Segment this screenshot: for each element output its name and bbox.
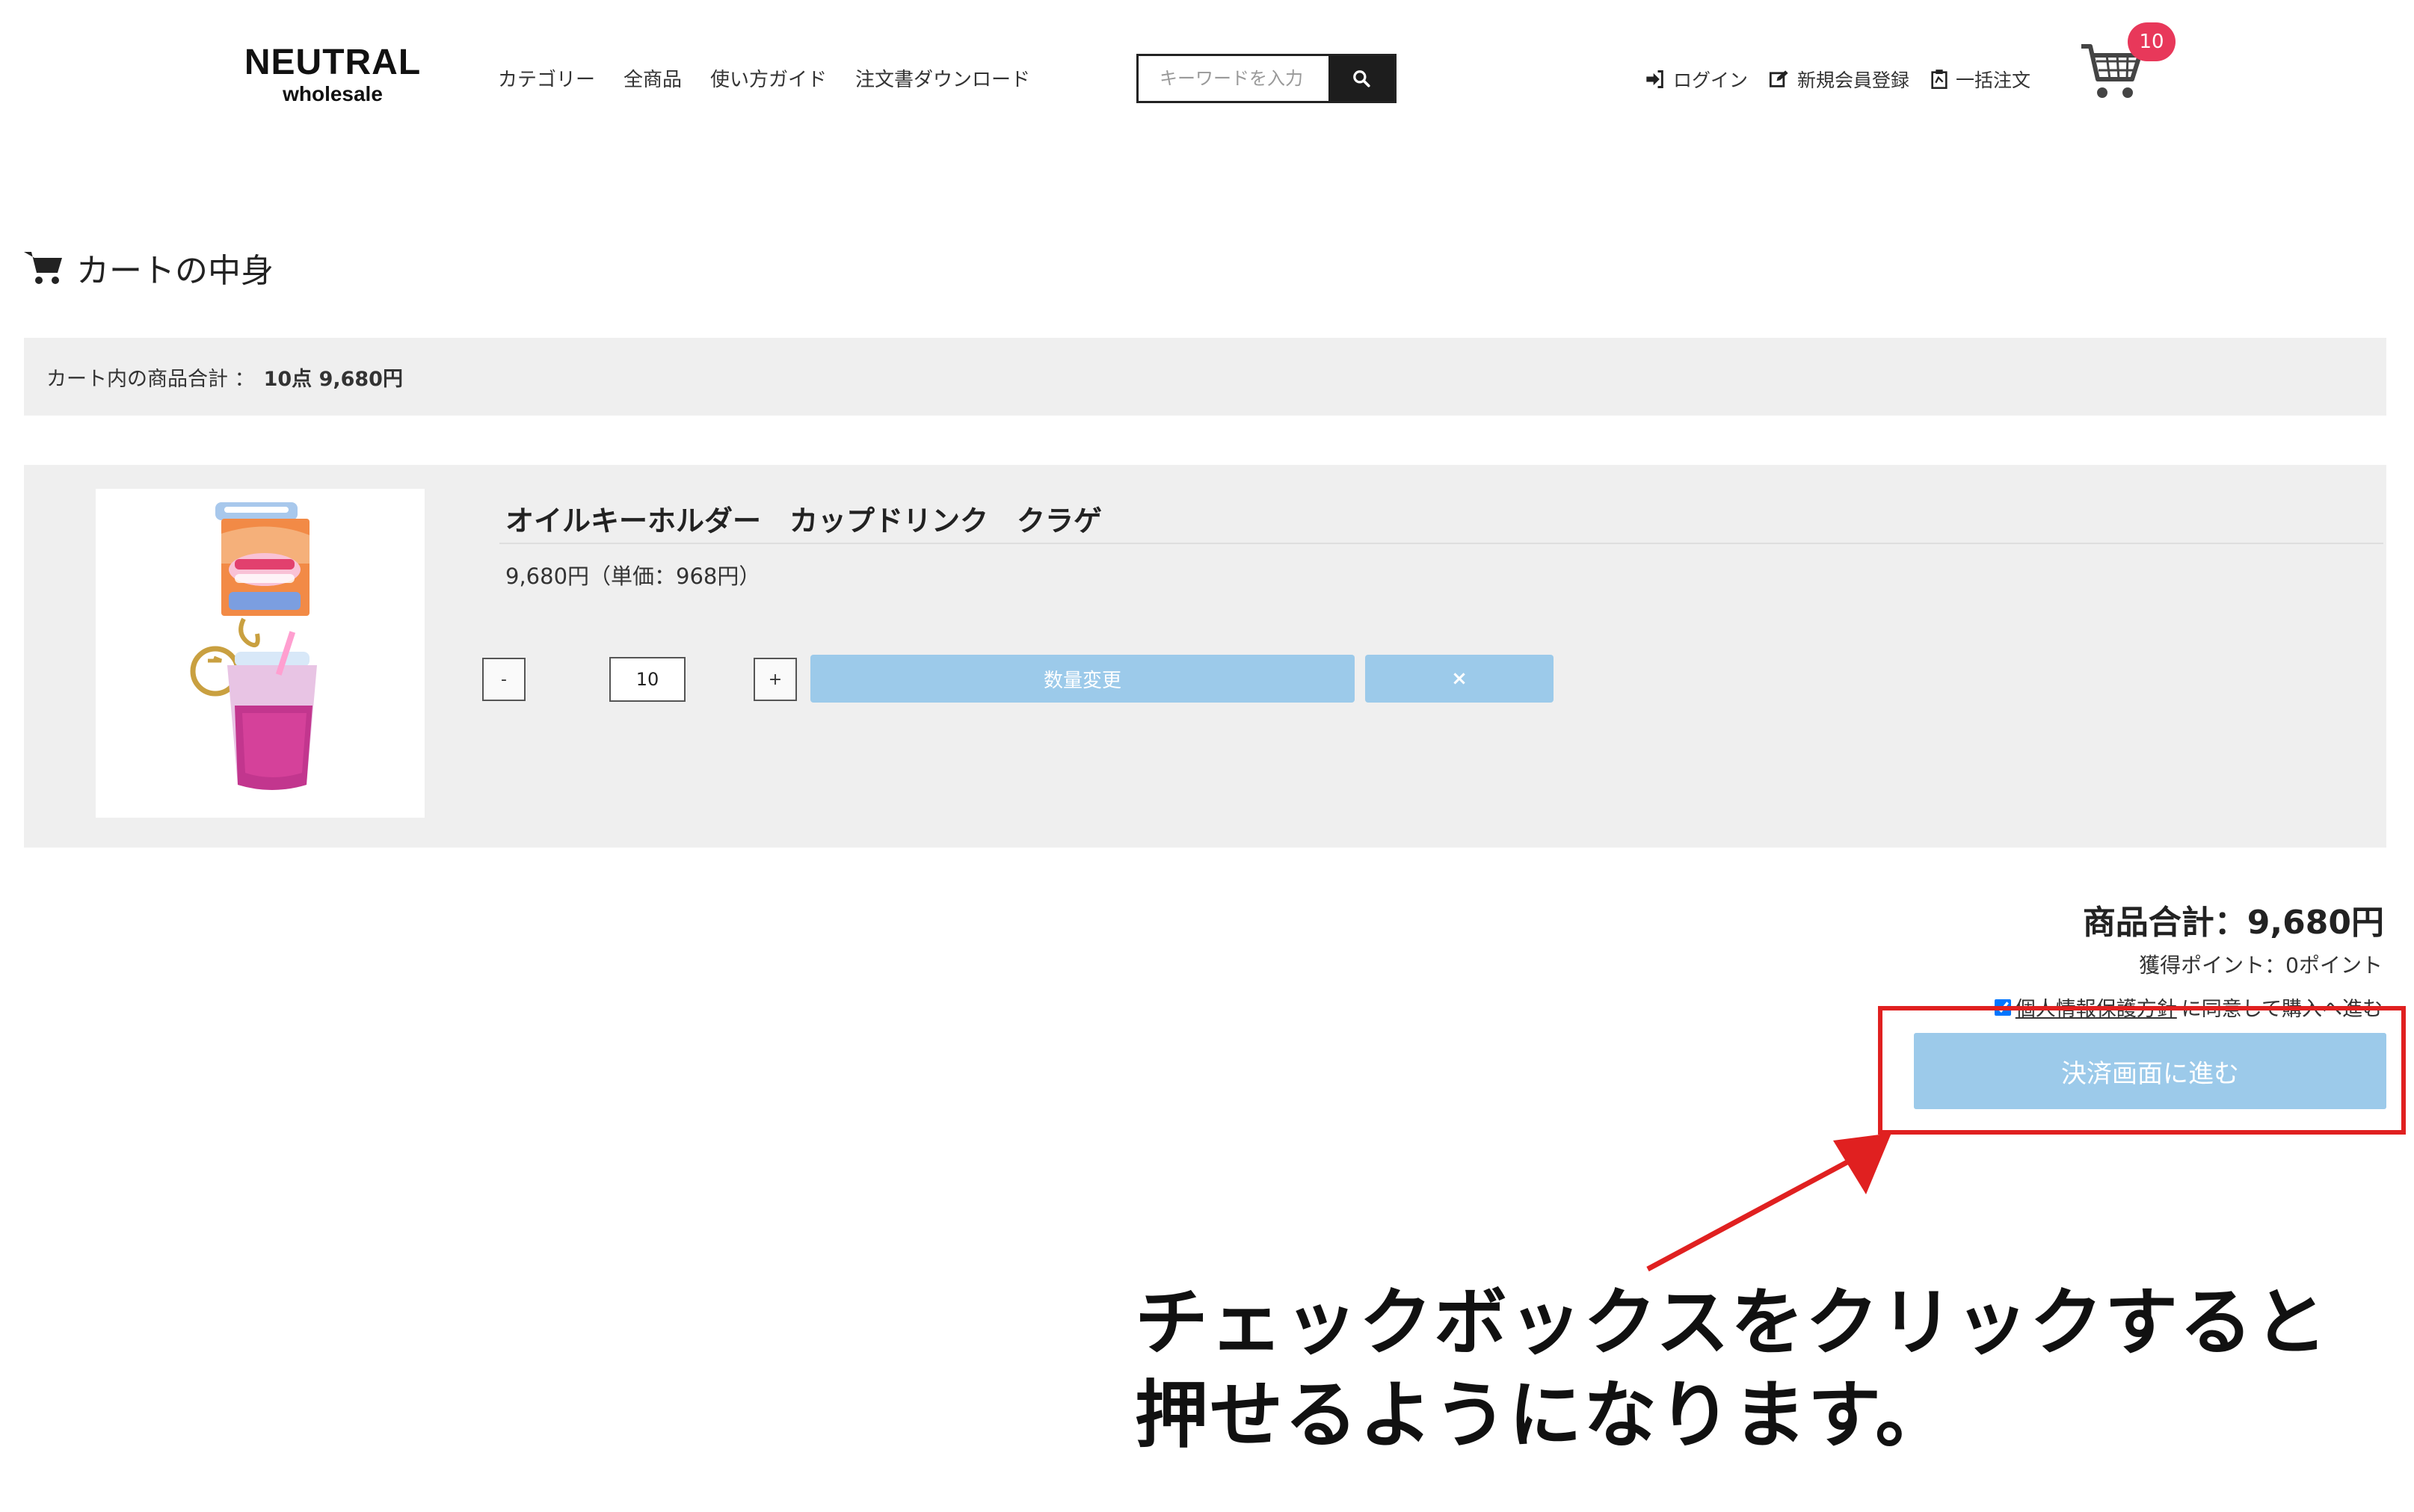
logo-text: NEUTRAL — [244, 43, 422, 82]
search-icon — [1353, 70, 1370, 87]
login-label: ログイン — [1673, 70, 1749, 91]
bulk-order-label: 一括注文 — [1956, 70, 2031, 91]
nav-order-form-download[interactable]: 注文書ダウンロード — [855, 64, 1030, 92]
register-label: 新規会員登録 — [1797, 70, 1910, 91]
search-input[interactable] — [1139, 56, 1328, 101]
product-name[interactable]: オイルキーホルダー カップドリンク クラゲ — [505, 498, 1102, 539]
page-title: カートの中身 — [24, 244, 274, 291]
update-quantity-button[interactable]: 数量変更 — [810, 655, 1355, 703]
page-title-text: カートの中身 — [76, 252, 274, 290]
product-price: 9,680円（単価：968円） — [505, 564, 761, 589]
annotation-text: チェックボックスをクリックすると 押せるようになります。 — [1135, 1277, 2329, 1462]
main-nav: カテゴリー 全商品 使い方ガイド 注文書ダウンロード — [498, 64, 1030, 92]
cart-icon — [24, 252, 62, 284]
quantity-input[interactable] — [609, 657, 686, 702]
login-link[interactable]: ログイン — [1645, 66, 1748, 93]
nav-all-products[interactable]: 全商品 — [623, 64, 682, 92]
quantity-decrease-button[interactable]: - — [482, 658, 526, 701]
clipboard-icon — [1931, 70, 1947, 89]
arrow-icon — [1646, 1133, 1891, 1272]
nav-guide[interactable]: 使い方ガイド — [710, 64, 827, 92]
register-link[interactable]: 新規会員登録 — [1769, 66, 1909, 93]
nav-category[interactable]: カテゴリー — [498, 64, 595, 92]
remove-item-button[interactable]: × — [1365, 655, 1554, 703]
logo[interactable]: NEUTRAL wholesale — [239, 42, 426, 105]
earned-points: 獲得ポイント：0ポイント — [2139, 953, 2383, 978]
search-box — [1136, 54, 1397, 103]
annotation-line-2: 押せるようになります。 — [1135, 1373, 1950, 1458]
product-keychain-illustration — [190, 502, 317, 790]
product-image[interactable] — [96, 489, 425, 818]
annotation-line-1: チェックボックスをクリックすると — [1135, 1280, 2330, 1366]
summary-label: カート内の商品合計 ： — [46, 367, 255, 391]
summary-value: 10点 9,680円 — [263, 367, 403, 391]
edit-icon — [1769, 70, 1788, 87]
quantity-increase-button[interactable]: + — [754, 658, 797, 701]
bulk-order-link[interactable]: 一括注文 — [1930, 66, 2030, 93]
cart-count-badge: 10 — [2128, 22, 2176, 61]
logo-subtext: wholesale — [283, 82, 383, 105]
product-divider — [499, 543, 2383, 544]
login-icon — [1646, 70, 1663, 88]
cart-total: 商品合計：9,680円 — [2082, 904, 2384, 942]
search-button[interactable] — [1328, 56, 1394, 101]
highlight-box — [1878, 1006, 2406, 1135]
header-links: ログイン 新規会員登録 一括注文 — [1645, 66, 2030, 93]
cart-summary-bar: カート内の商品合計 ： 10点 9,680円 — [24, 338, 2386, 416]
